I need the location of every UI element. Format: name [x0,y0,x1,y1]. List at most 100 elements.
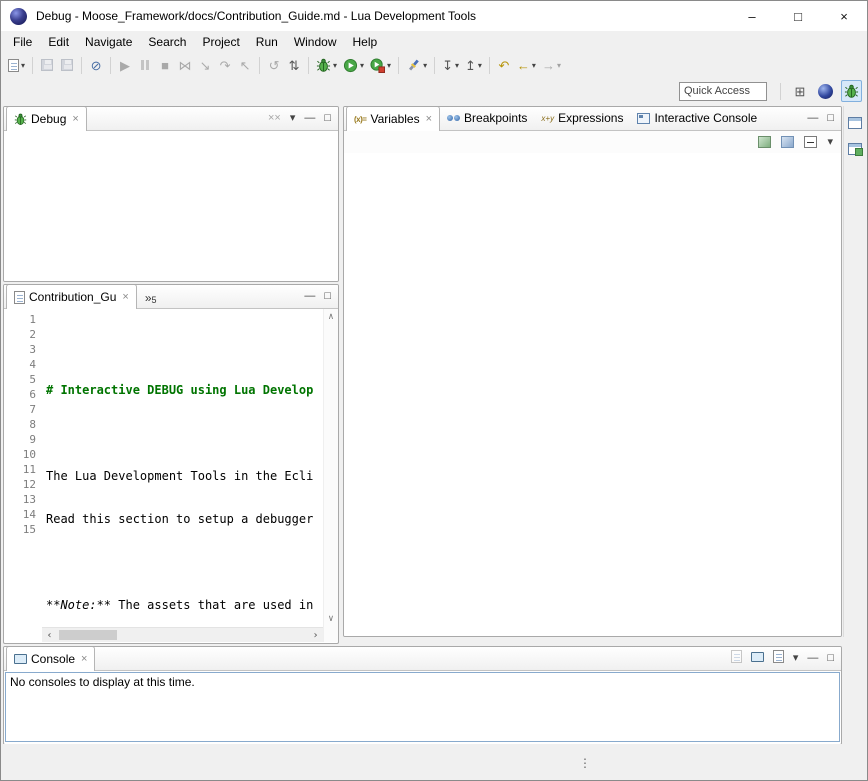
save-all-button[interactable] [57,54,77,76]
chevron-down-icon[interactable]: ▾ [455,61,459,70]
vertical-scrollbar[interactable]: ∧ ∨ [323,309,338,642]
menu-run[interactable]: Run [248,33,286,51]
next-annotation-button[interactable]: ↧ ▾ [439,54,462,76]
sash-handle[interactable]: ⋮ [579,756,591,770]
chevron-down-icon[interactable]: ▾ [423,61,427,70]
last-edit-location-button[interactable]: ↶ [494,54,514,76]
tab-interactive-console[interactable]: Interactive Console [630,106,764,130]
maximize-view-button[interactable]: □ [827,113,834,124]
scroll-down-button[interactable]: ∨ [328,614,333,624]
step-over-button[interactable]: ↷ [215,54,235,76]
drop-to-frame-button[interactable]: ↺ [264,54,284,76]
scroll-left-button[interactable]: ‹ [42,628,57,643]
tab-debug[interactable]: Debug × [6,106,87,131]
menu-window[interactable]: Window [286,33,345,51]
restore-view-button-2[interactable] [845,140,865,158]
perspective-debug-button[interactable] [841,80,862,102]
editor-content[interactable]: 1 2 3 4 5 6 7 8 9 10 11 12 13 14 15 [4,309,338,642]
maximize-view-button[interactable]: □ [324,291,331,302]
window-close-button[interactable]: × [821,1,867,31]
tab-contribution-guide[interactable]: Contribution_Gu × [6,284,137,309]
remove-all-terminated-button[interactable]: ×× [268,113,281,124]
close-icon[interactable]: × [426,113,432,125]
chevron-down-icon[interactable]: ▾ [333,61,337,70]
use-step-filters-button[interactable]: ⇅ [284,54,304,76]
menu-help[interactable]: Help [345,33,386,51]
menu-edit[interactable]: Edit [40,33,77,51]
scrollbar-track[interactable] [57,628,308,642]
minimize-view-button[interactable]: — [807,653,818,664]
skip-all-breakpoints-button[interactable]: ⊘ [86,54,106,76]
new-wizard-button[interactable]: ▾ [5,54,28,76]
previous-annotation-button[interactable]: ↥ ▾ [462,54,485,76]
external-tools-icon [370,58,385,73]
toolbar-separator [434,57,435,74]
view-menu-button[interactable]: ▾ [827,137,833,148]
horizontal-scrollbar[interactable]: ‹ › [42,627,323,642]
save-button[interactable] [37,54,57,76]
maximize-view-button[interactable]: □ [827,653,834,664]
pin-console-button[interactable] [731,650,742,666]
chevron-down-icon[interactable]: ▾ [360,61,364,70]
chevron-down-icon[interactable]: ▾ [478,61,482,70]
tab-expressions[interactable]: x+y Expressions [534,106,630,130]
resume-button[interactable]: ▶ [115,54,135,76]
back-button[interactable]: ← ▾ [514,54,539,76]
drop-to-frame-icon: ↺ [269,59,280,72]
view-menu-button[interactable]: ▾ [290,113,296,124]
disconnect-button[interactable]: ⋈ [175,54,195,76]
perspective-lua-button[interactable] [815,80,836,102]
open-perspective-button[interactable]: ⊞ [790,80,810,102]
search-button[interactable]: ▾ [403,54,430,76]
show-type-names-button[interactable] [758,136,771,148]
variables-empty-area[interactable] [344,153,841,636]
tab-console[interactable]: Console × [6,646,95,671]
menu-project[interactable]: Project [194,33,247,51]
terminate-button[interactable]: ■ [155,54,175,76]
suspend-button[interactable] [135,54,155,76]
debug-button[interactable]: ▾ [313,54,340,76]
step-into-button[interactable]: ↘ [195,54,215,76]
tab-variables[interactable]: (x)= Variables × [346,106,440,131]
editor-window-tools: — □ [304,284,338,308]
close-icon[interactable]: × [81,653,87,665]
debug-view-content[interactable] [4,131,338,281]
collapse-all-button[interactable] [804,136,817,148]
restore-view-button-1[interactable] [845,114,865,132]
code-area[interactable]: # Interactive DEBUG using Lua Develop Th… [42,309,323,642]
console-message-area[interactable]: No consoles to display at this time. [5,672,840,742]
scroll-right-button[interactable]: › [308,628,323,643]
step-return-button[interactable]: ↖ [235,54,255,76]
chevron-down-icon[interactable]: ▾ [532,61,536,70]
forward-button[interactable]: → ▾ [539,54,564,76]
menu-search[interactable]: Search [140,33,194,51]
menu-file[interactable]: File [5,33,40,51]
external-tools-button[interactable]: ▾ [367,54,394,76]
show-logical-structures-button[interactable] [781,136,794,148]
maximize-view-button[interactable]: □ [324,113,331,124]
minimize-view-button[interactable]: — [304,113,315,124]
tab-breakpoints[interactable]: Breakpoints [440,106,534,130]
quick-access-input[interactable]: Quick Access [679,82,767,101]
code-lines[interactable]: # Interactive DEBUG using Lua Develop Th… [42,309,323,627]
open-console-dropdown[interactable]: ▾ [793,653,799,664]
editor-tab-overflow-button[interactable]: »5 [137,291,165,308]
minimize-view-button[interactable]: — [807,113,818,124]
open-console-button[interactable] [773,650,784,666]
line-number: 5 [4,372,36,387]
chevron-down-icon[interactable]: ▾ [21,61,25,70]
window-minimize-button[interactable]: – [729,1,775,31]
scroll-up-button[interactable]: ∧ [328,312,333,322]
view-window-plus-icon [848,143,862,155]
minimize-view-button[interactable]: — [304,291,315,302]
menu-navigate[interactable]: Navigate [77,33,140,51]
run-button[interactable]: ▾ [340,54,367,76]
close-icon[interactable]: × [72,113,78,125]
scrollbar-thumb[interactable] [59,630,117,640]
title-bar: Debug - Moose_Framework/docs/Contributio… [1,1,867,31]
close-icon[interactable]: × [122,291,128,303]
display-selected-console-button[interactable] [751,651,764,665]
chevron-down-icon[interactable]: ▾ [387,61,391,70]
window-maximize-button[interactable]: □ [775,1,821,31]
chevron-down-icon[interactable]: ▾ [557,61,561,70]
